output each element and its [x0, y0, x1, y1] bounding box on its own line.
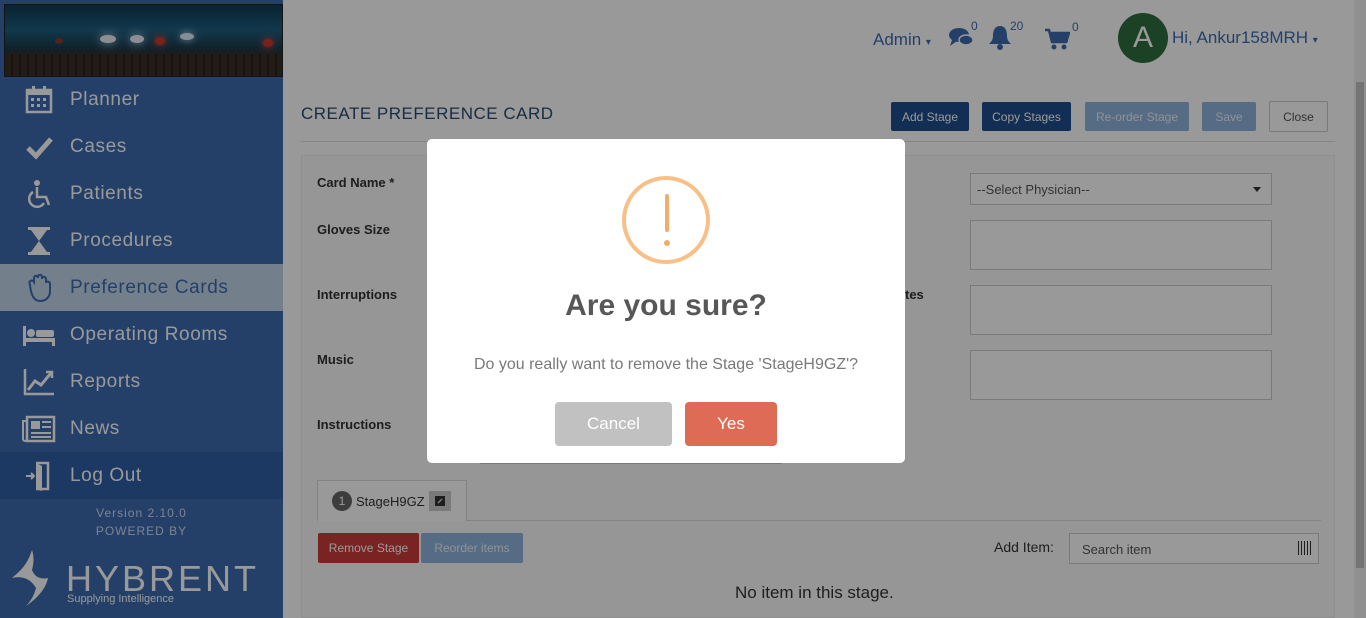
- dialog-message: Do you really want to remove the Stage '…: [473, 356, 859, 373]
- confirm-dialog: Are you sure? Do you really want to remo…: [427, 139, 905, 463]
- warning-icon: [622, 176, 710, 264]
- dialog-title: Are you sure?: [565, 289, 767, 322]
- confirm-yes-button[interactable]: Yes: [685, 402, 777, 446]
- cancel-button[interactable]: Cancel: [555, 402, 672, 446]
